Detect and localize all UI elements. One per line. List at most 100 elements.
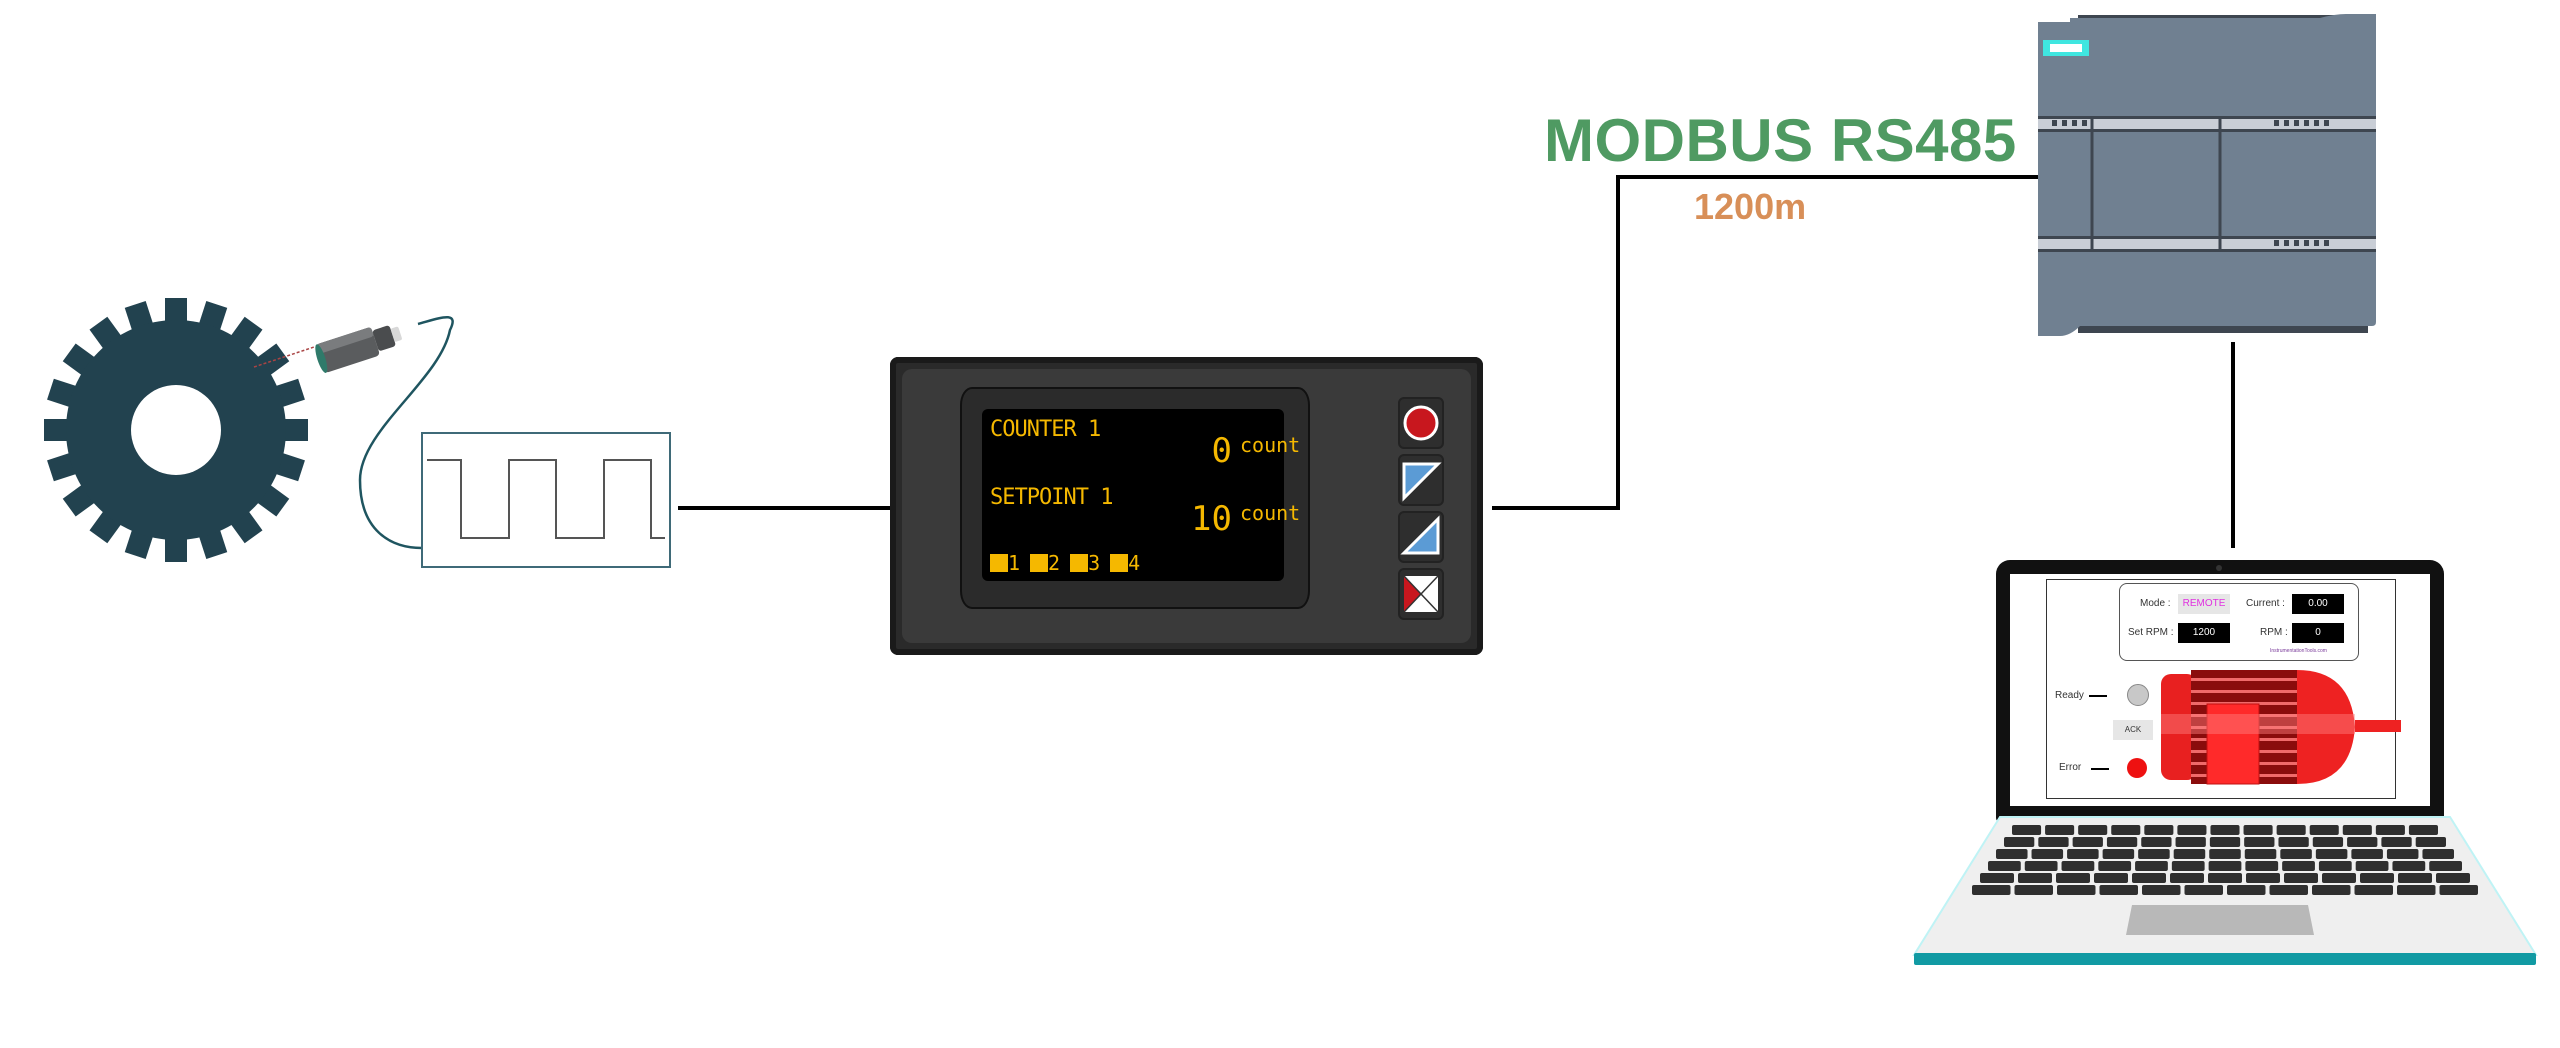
plc-led bbox=[2314, 120, 2319, 126]
keyboard-key bbox=[2269, 885, 2308, 895]
keyboard-key bbox=[2031, 849, 2064, 859]
hmi-status-panel: Mode : REMOTE Current : 0.00 Set RPM : 1… bbox=[2119, 583, 2359, 661]
error-arrow-icon bbox=[2091, 768, 2109, 770]
cancel-icon bbox=[1403, 575, 1439, 613]
setpoint-unit: count bbox=[1240, 501, 1301, 525]
keyboard-key bbox=[2278, 837, 2309, 847]
keyboard-key bbox=[2436, 873, 2470, 883]
keyboard-key bbox=[2102, 849, 2135, 859]
ack-button[interactable]: ACK bbox=[2113, 720, 2153, 740]
keyboard-key bbox=[2138, 849, 2170, 859]
plc-led bbox=[2284, 240, 2289, 246]
relay-indicator: 1 bbox=[990, 551, 1020, 575]
cancel-button[interactable] bbox=[1398, 568, 1444, 620]
keyboard-key bbox=[2024, 861, 2058, 871]
keyboard-key bbox=[2282, 861, 2315, 871]
protocol-title: MODBUS RS485 bbox=[1544, 107, 2017, 174]
laptop-keyboard-base bbox=[1912, 816, 2538, 965]
keyboard-key bbox=[2284, 873, 2318, 883]
keyboard-key bbox=[2173, 849, 2206, 859]
record-button[interactable] bbox=[1398, 397, 1444, 449]
counter-value: 0 bbox=[1211, 431, 1232, 471]
relay-indicator: 4 bbox=[1110, 551, 1140, 575]
keyboard-key bbox=[2429, 861, 2462, 871]
keyboard-key bbox=[2312, 885, 2351, 895]
setpoint-value: 10 bbox=[1191, 499, 1232, 539]
plc-led bbox=[2082, 120, 2087, 126]
keyboard-key bbox=[2312, 837, 2344, 847]
keyboard-key bbox=[2415, 837, 2446, 847]
record-icon bbox=[1403, 405, 1439, 441]
cable-distance-label: 1200m bbox=[1694, 186, 1807, 227]
relay-indicators: 1 2 3 4 bbox=[990, 551, 1140, 575]
set-rpm-field[interactable]: 1200 bbox=[2178, 623, 2230, 643]
keyboard-key bbox=[2012, 825, 2042, 835]
up-triangle-icon bbox=[1400, 515, 1440, 555]
keyboard-key bbox=[2351, 849, 2383, 859]
keyboard-key bbox=[2144, 825, 2174, 835]
gear-icon bbox=[44, 298, 308, 562]
keyboard-key bbox=[1980, 873, 2014, 883]
keyboard-key bbox=[2381, 837, 2412, 847]
keyboard-key bbox=[2209, 837, 2241, 847]
plc-led bbox=[2284, 120, 2289, 126]
plc-led bbox=[2052, 120, 2057, 126]
keyboard-key bbox=[2208, 861, 2242, 871]
keyboard-key bbox=[2322, 873, 2356, 883]
up-button[interactable] bbox=[1398, 511, 1444, 563]
keyboard-key bbox=[2244, 837, 2275, 847]
keyboard-key bbox=[2171, 861, 2205, 871]
keyboard-key bbox=[2245, 861, 2279, 871]
proximity-sensor-icon bbox=[253, 325, 402, 373]
error-lamp bbox=[2127, 758, 2147, 778]
rpm-value: 0 bbox=[2292, 623, 2344, 643]
keyboard-key bbox=[2244, 849, 2277, 859]
keyboard-key bbox=[2227, 885, 2266, 895]
down-button[interactable] bbox=[1398, 454, 1444, 506]
plc-led bbox=[2304, 240, 2309, 246]
keyboard-key bbox=[2141, 837, 2172, 847]
keyboard-key bbox=[2309, 825, 2339, 835]
plc-led bbox=[2062, 120, 2067, 126]
keyboard-key bbox=[2422, 849, 2454, 859]
plc-led bbox=[2324, 120, 2329, 126]
keyboard-key bbox=[2067, 849, 2099, 859]
plc-led bbox=[2072, 120, 2077, 126]
keyboard-key bbox=[2439, 885, 2478, 895]
relay-indicator: 2 bbox=[1030, 551, 1060, 575]
keyboard-key bbox=[2347, 837, 2378, 847]
motor-fin bbox=[2191, 690, 2301, 693]
mode-value: REMOTE bbox=[2178, 594, 2230, 614]
keyboard-key bbox=[2318, 861, 2352, 871]
keyboard-key bbox=[2177, 825, 2207, 835]
plc-led bbox=[2274, 120, 2279, 126]
mode-label: Mode : bbox=[2140, 598, 2171, 609]
laptop-camera bbox=[2216, 565, 2222, 571]
keyboard-key bbox=[2072, 837, 2103, 847]
plc-led bbox=[2324, 240, 2329, 246]
keyboard-key bbox=[2386, 849, 2419, 859]
plc-led bbox=[2274, 240, 2279, 246]
keyboard-key bbox=[2061, 861, 2095, 871]
keyboard-key bbox=[2243, 825, 2273, 835]
keyboard-key bbox=[2209, 849, 2241, 859]
relay-indicator: 3 bbox=[1070, 551, 1100, 575]
plc-led bbox=[2304, 120, 2309, 126]
down-triangle-icon bbox=[1402, 462, 1442, 502]
keyboard-key bbox=[2246, 873, 2280, 883]
keyboard-key bbox=[1988, 861, 2021, 871]
ready-arrow-icon bbox=[2089, 695, 2107, 697]
keyboard-key bbox=[2045, 825, 2075, 835]
ready-label: Ready bbox=[2055, 690, 2084, 701]
keyboard-key bbox=[2056, 873, 2090, 883]
keyboard-key bbox=[2210, 825, 2240, 835]
keyboard-key bbox=[2355, 861, 2389, 871]
keyboard-key bbox=[2315, 849, 2348, 859]
keyboard-key bbox=[1996, 849, 2028, 859]
keyboard-key bbox=[2170, 873, 2204, 883]
error-label: Error bbox=[2059, 762, 2082, 773]
set-rpm-label: Set RPM : bbox=[2128, 627, 2174, 638]
keyboard-key bbox=[2038, 837, 2069, 847]
keyboard-key bbox=[2099, 885, 2138, 895]
keyboard-key bbox=[2175, 837, 2206, 847]
